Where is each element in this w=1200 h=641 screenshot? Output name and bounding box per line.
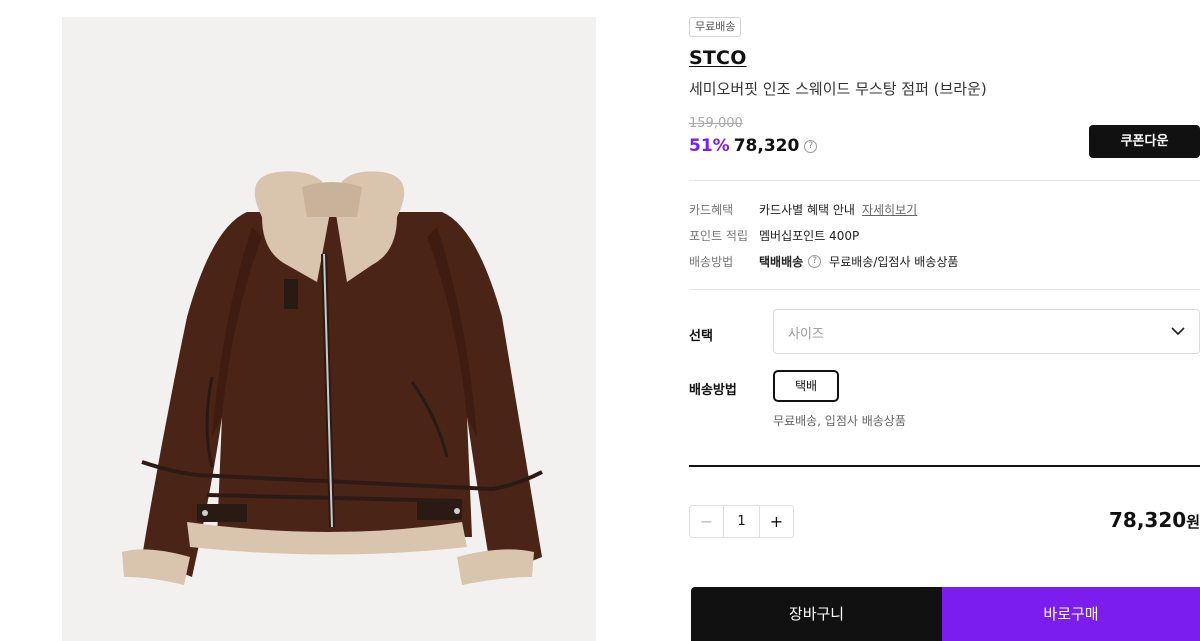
buy-now-button[interactable]: 바로구매 <box>942 587 1200 641</box>
currency-unit: 원 <box>1186 513 1200 531</box>
plus-icon[interactable]: + <box>759 506 793 537</box>
sale-price: 78,320 <box>733 136 800 156</box>
card-benefit-label: 카드혜택 <box>689 202 734 217</box>
point-row: 포인트 적립 멤버십포인트 400P <box>689 226 859 244</box>
original-price: 159,000 <box>689 116 743 131</box>
shipping-option-label: 배송방법 <box>689 383 737 398</box>
size-select[interactable]: 사이즈 <box>773 309 1200 354</box>
divider <box>689 289 1200 290</box>
add-to-cart-button[interactable]: 장바구니 <box>691 587 942 641</box>
point-value: 멤버십포인트 400P <box>759 228 860 243</box>
shipping-option-note: 무료배송, 입점사 배송상품 <box>773 414 906 428</box>
help-circle-icon[interactable]: ? <box>804 139 818 153</box>
quantity-stepper: − 1 + <box>689 505 794 538</box>
help-circle-icon[interactable]: ? <box>808 254 822 268</box>
shipping-info-desc: 무료배송/입점사 배송상품 <box>829 254 959 269</box>
shipping-option-parcel[interactable]: 택배 <box>773 370 839 402</box>
size-select-placeholder: 사이즈 <box>788 327 824 342</box>
price-row: 51% 78,320 ? <box>689 134 818 158</box>
shipping-info-label: 배송방법 <box>689 254 734 269</box>
card-benefit-detail-link[interactable]: 자세히보기 <box>862 201 917 218</box>
divider <box>689 465 1200 467</box>
divider <box>689 180 1200 181</box>
shipping-info-row: 배송방법 택배배송 ? 무료배송/입점사 배송상품 <box>689 252 958 270</box>
jacket-illustration <box>122 171 543 585</box>
shipping-method-value: 택배배송 <box>759 254 804 269</box>
card-benefit-value: 카드사별 혜택 안내 <box>759 202 855 217</box>
point-label: 포인트 적립 <box>689 228 749 243</box>
total-amount: 78,320 <box>1109 508 1187 532</box>
free-shipping-badge: 무료배송 <box>689 17 742 37</box>
quantity-value[interactable]: 1 <box>724 506 759 537</box>
product-title: 세미오버핏 인조 스웨이드 무스탕 점퍼 (브라운) <box>689 80 987 98</box>
total-price: 78,320원 <box>1109 508 1200 532</box>
option-select-label: 선택 <box>689 329 713 344</box>
discount-rate: 51% <box>689 136 730 156</box>
card-benefit-row: 카드혜택 카드사별 혜택 안내 자세히보기 <box>689 200 917 218</box>
chevron-down-icon <box>1171 327 1185 336</box>
brand-link[interactable]: STCO <box>689 47 747 69</box>
product-image <box>62 17 596 641</box>
coupon-download-button[interactable]: 쿠폰다운 <box>1089 125 1200 158</box>
minus-icon[interactable]: − <box>690 506 724 537</box>
